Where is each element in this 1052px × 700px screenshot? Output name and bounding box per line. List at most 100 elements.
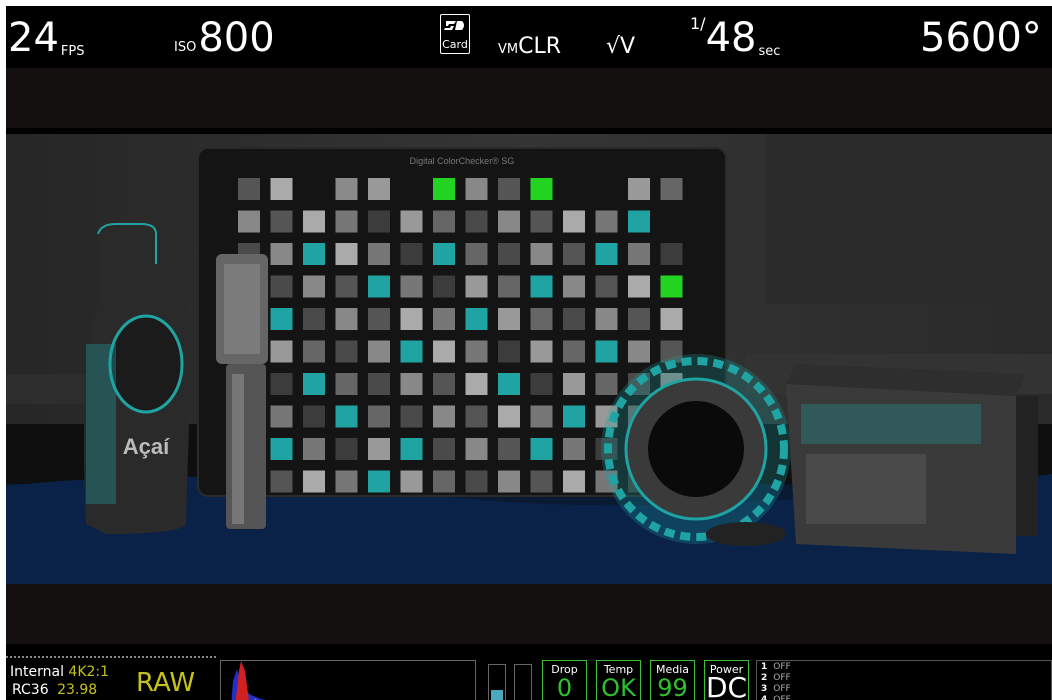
color-patch bbox=[368, 210, 390, 233]
color-temp-readout[interactable]: 5600° bbox=[920, 6, 1042, 64]
gamma-readout[interactable]: √ V bbox=[606, 6, 635, 64]
look-value: CLR bbox=[518, 34, 562, 59]
color-patch bbox=[660, 308, 683, 330]
color-patch bbox=[270, 373, 293, 395]
iso-label: ISO bbox=[174, 40, 197, 55]
color-patch bbox=[498, 373, 520, 395]
color-patch bbox=[465, 243, 488, 265]
color-patch bbox=[563, 405, 585, 428]
color-patch bbox=[498, 275, 520, 298]
color-patch bbox=[660, 243, 683, 265]
channel-row: 3 OFF bbox=[761, 684, 791, 694]
color-patch bbox=[595, 275, 618, 298]
color-patch bbox=[660, 275, 683, 298]
color-patch bbox=[303, 275, 325, 298]
audio-channels[interactable]: 1 OFF 2 OFF 3 OFF 4 OFF bbox=[756, 660, 1052, 700]
color-patch bbox=[465, 470, 488, 493]
audio-meter-right bbox=[514, 664, 532, 700]
color-patch bbox=[400, 373, 423, 395]
color-patch bbox=[628, 210, 650, 233]
color-patch bbox=[530, 243, 553, 265]
color-patch bbox=[433, 275, 455, 298]
color-patch bbox=[465, 210, 488, 233]
color-patch bbox=[270, 438, 293, 460]
color-patch bbox=[530, 438, 553, 460]
fps-value: 24 bbox=[8, 15, 59, 61]
color-patch bbox=[433, 405, 455, 428]
temp-status[interactable]: Temp OK bbox=[596, 660, 641, 700]
shutter-value: 48 bbox=[705, 15, 757, 61]
reel-id: RC36 bbox=[12, 682, 49, 698]
color-patch bbox=[433, 178, 455, 200]
color-patch bbox=[595, 308, 618, 330]
color-patch bbox=[335, 243, 358, 265]
false-color-image: Digital ColorChecker® SG Açaí bbox=[6, 134, 1052, 584]
color-patch bbox=[563, 210, 585, 233]
iso-readout[interactable]: ISO 800 bbox=[174, 6, 275, 64]
color-patch bbox=[335, 340, 358, 363]
color-patch bbox=[595, 373, 618, 395]
color-patch bbox=[660, 178, 683, 200]
shutter-unit: sec bbox=[758, 44, 781, 59]
color-patch bbox=[400, 308, 423, 330]
color-patch bbox=[400, 340, 423, 363]
color-patch bbox=[433, 340, 455, 363]
power-status[interactable]: Power DC bbox=[704, 660, 749, 700]
color-patch bbox=[335, 405, 358, 428]
drop-status[interactable]: Drop 0 bbox=[542, 660, 587, 700]
color-patch bbox=[498, 438, 520, 460]
color-patch bbox=[628, 178, 650, 200]
color-patch bbox=[303, 210, 325, 233]
media-status[interactable]: Media 99 bbox=[650, 660, 695, 700]
fps-unit: FPS bbox=[60, 44, 85, 59]
camera-monitor: 24 FPS ISO 800 Card VM CLR √ V 1/ 48 sec bbox=[6, 6, 1052, 700]
look-readout[interactable]: VM CLR bbox=[498, 6, 561, 64]
color-patch bbox=[303, 470, 325, 493]
look-prefix: VM bbox=[498, 42, 519, 57]
color-patch bbox=[530, 373, 553, 395]
color-patch bbox=[498, 210, 520, 233]
color-patch bbox=[368, 340, 390, 363]
color-patch bbox=[270, 308, 293, 330]
color-patch bbox=[595, 340, 618, 363]
color-patch bbox=[595, 243, 618, 265]
color-patch bbox=[335, 308, 358, 330]
color-patch bbox=[400, 470, 423, 493]
color-patch bbox=[530, 308, 553, 330]
color-patch bbox=[498, 405, 520, 428]
color-patch bbox=[238, 210, 260, 233]
color-patch bbox=[433, 470, 455, 493]
shutter-readout[interactable]: 1/ 48 sec bbox=[690, 6, 780, 64]
channel-row: 1 OFF bbox=[761, 662, 791, 672]
histogram-graph bbox=[231, 661, 266, 700]
scene-graphic: Digital ColorChecker® SG Açaí bbox=[6, 134, 1052, 584]
color-patch bbox=[270, 470, 293, 493]
color-patch bbox=[368, 373, 390, 395]
power-value: DC bbox=[705, 671, 748, 700]
project-framerate: 23.98 bbox=[57, 682, 98, 698]
color-patch bbox=[335, 438, 358, 460]
channel-row: 2 OFF bbox=[761, 673, 791, 683]
gamma-value: V bbox=[620, 34, 636, 59]
color-patch bbox=[303, 243, 325, 265]
histogram[interactable] bbox=[220, 660, 476, 700]
channel-row: 4 OFF bbox=[761, 695, 791, 700]
color-patch bbox=[595, 210, 618, 233]
color-patch bbox=[563, 275, 585, 298]
audio-meter-left bbox=[488, 664, 506, 700]
color-temp-value: 5600° bbox=[920, 15, 1042, 61]
sd-card-icon[interactable]: Card bbox=[440, 14, 470, 54]
color-patch bbox=[498, 178, 520, 200]
color-patch bbox=[563, 243, 585, 265]
color-patch bbox=[433, 308, 455, 330]
drop-value: 0 bbox=[556, 674, 573, 700]
color-patch bbox=[433, 438, 455, 460]
record-format: RAW bbox=[136, 668, 196, 698]
top-status-bar: 24 FPS ISO 800 Card VM CLR √ V 1/ 48 sec bbox=[6, 6, 1052, 64]
color-patch bbox=[335, 210, 358, 233]
record-info[interactable]: Internal 4K2:1 RC36 23.98 RAW bbox=[6, 656, 216, 700]
color-patch bbox=[628, 275, 650, 298]
resolution: 4K2:1 bbox=[68, 664, 110, 680]
fps-readout[interactable]: 24 FPS bbox=[8, 6, 84, 64]
color-patch bbox=[498, 470, 520, 493]
